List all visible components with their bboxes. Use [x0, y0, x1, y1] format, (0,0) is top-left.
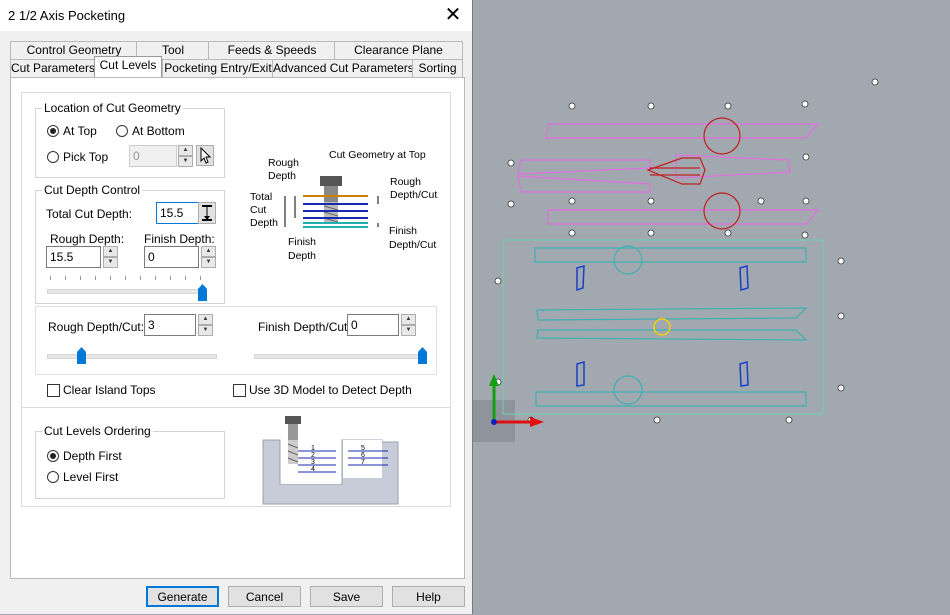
pointer-icon [200, 146, 212, 164]
cut-depth-group-label: Cut Depth Control [42, 183, 143, 197]
use-3d-model-checkbox[interactable] [233, 384, 246, 397]
rough-depth-input[interactable]: 15.5 [46, 246, 101, 268]
cancel-button[interactable]: Cancel [228, 586, 301, 607]
slider-tick [110, 276, 111, 280]
depth-per-cut-group: Rough Depth/Cut: 3 ▲ ▼ Finish Depth/Cut: … [35, 306, 437, 375]
finish-depth-label: Finish Depth: [144, 232, 215, 246]
slider-tick [140, 276, 141, 280]
tab-feeds-speeds[interactable]: Feeds & Speeds [208, 41, 336, 59]
level-number: 3 [311, 459, 315, 466]
finish-depth-cut-spinner[interactable]: ▲ ▼ [401, 314, 416, 336]
finish-depth-cut-slider-thumb[interactable] [417, 347, 428, 365]
selection-points[interactable] [494, 78, 879, 424]
slider-tick [65, 276, 66, 280]
level-number: 4 [311, 466, 315, 473]
rough-finish-ticks [50, 276, 202, 280]
tab-advanced-cut-parameters[interactable]: Advanced Cut Parameters [272, 59, 414, 77]
magenta-toolpath [517, 123, 820, 225]
red-toolpath [646, 117, 741, 230]
depth-first-radio[interactable] [47, 450, 59, 462]
close-icon[interactable]: ✕ [440, 2, 466, 28]
slider-tick [200, 276, 201, 280]
rough-depth-label: Rough Depth: [50, 232, 125, 246]
rough-depth-cut-label: Rough Depth/Cut: [48, 320, 145, 334]
pick-top-spinner[interactable]: ▲ ▼ [178, 145, 193, 167]
at-bottom-label: At Bottom [132, 124, 185, 138]
at-top-radio[interactable] [47, 125, 59, 137]
slider-tick [125, 276, 126, 280]
cut-geometry-at-top-label: Cut Geometry at Top [329, 149, 426, 161]
level-number: 2 [311, 452, 315, 459]
pocketing-dialog: 2 1/2 Axis Pocketing ✕ Control Geometry … [0, 0, 473, 614]
slider-tick [80, 276, 81, 280]
depth-first-label: Depth First [63, 449, 122, 463]
cut-ordering-diagram: 1 2 3 4 5 6 7 [262, 416, 399, 505]
finish-depth-diagram-label: Finish Depth [288, 236, 316, 262]
save-button[interactable]: Save [310, 586, 383, 607]
tab-cut-levels[interactable]: Cut Levels [94, 56, 162, 77]
rough-finish-slider-thumb[interactable] [197, 284, 208, 302]
dialog-title: 2 1/2 Axis Pocketing [8, 8, 126, 23]
finish-depth-cut-input[interactable]: 0 [347, 314, 399, 336]
finish-depth-cut-diagram-label: Finish Depth/Cut [389, 225, 436, 251]
cut-levels-panel: Location of Cut Geometry At Top At Botto… [10, 77, 465, 579]
rough-depth-cut-slider-thumb[interactable] [76, 347, 87, 365]
at-top-label: At Top [63, 124, 97, 138]
level-first-radio[interactable] [47, 471, 59, 483]
tab-pocketing-entry-exit[interactable]: Pocketing Entry/Exit [162, 59, 274, 77]
tab-sorting[interactable]: Sorting [412, 59, 463, 77]
rough-depth-diagram-label: Rough Depth [268, 157, 299, 182]
tab-clearance-plane[interactable]: Clearance Plane [334, 41, 463, 59]
location-group: Location of Cut Geometry At Top At Botto… [35, 101, 225, 178]
location-group-label: Location of Cut Geometry [42, 101, 183, 115]
rough-depth-cut-spinner[interactable]: ▲ ▼ [198, 314, 213, 336]
ordering-group-label: Cut Levels Ordering [42, 424, 153, 438]
slider-tick [50, 276, 51, 280]
finish-depth-input[interactable]: 0 [144, 246, 199, 268]
rough-depth-cut-slider-track[interactable] [47, 354, 217, 359]
tool-holder-graphic [320, 176, 342, 224]
pick-depth-button[interactable] [198, 202, 216, 224]
slider-tick [95, 276, 96, 280]
cut-levels-ordering-group: Cut Levels Ordering Depth First Level Fi… [35, 424, 225, 499]
tab-cut-parameters[interactable]: Cut Parameters [10, 59, 96, 77]
level-number: 1 [311, 445, 315, 452]
clear-island-tops-checkbox[interactable] [47, 384, 60, 397]
stock-boundary [502, 239, 824, 415]
pick-top-label: Pick Top [63, 150, 109, 164]
help-button[interactable]: Help [392, 586, 465, 607]
rough-depth-cut-diagram-label: Rough Depth/Cut [390, 176, 437, 201]
cut-depth-diagram: Cut Geometry at Top Rough Depth Total Cut D… [250, 149, 437, 262]
total-cut-depth-input[interactable]: 15.5 [156, 202, 204, 224]
finish-depth-cut-slider-track[interactable] [254, 354, 424, 359]
slider-tick [185, 276, 186, 280]
total-cut-depth-diagram-label: Total Cut Depth [250, 191, 278, 229]
cut-depth-group: Cut Depth Control Total Cut Depth: 15.5 … [35, 183, 225, 304]
blue-slots [576, 264, 749, 387]
pick-top-input[interactable]: 0 [129, 145, 177, 167]
pick-cursor-button[interactable] [196, 145, 214, 166]
generate-button[interactable]: Generate [146, 586, 219, 607]
rough-finish-slider-track[interactable] [47, 289, 204, 294]
title-bar: 2 1/2 Axis Pocketing ✕ [0, 0, 472, 31]
total-cut-depth-label: Total Cut Depth: [46, 207, 133, 221]
level-number: 6 [361, 452, 365, 459]
slider-tick [155, 276, 156, 280]
use-3d-model-label: Use 3D Model to Detect Depth [249, 383, 412, 397]
level-number: 5 [361, 445, 365, 452]
level-number: 7 [361, 459, 365, 466]
rough-depth-cut-input[interactable]: 3 [144, 314, 196, 336]
pick-top-radio[interactable] [47, 151, 59, 163]
at-bottom-radio[interactable] [116, 125, 128, 137]
separator [22, 407, 450, 408]
clear-island-tops-label: Clear Island Tops [63, 383, 156, 397]
cad-viewport[interactable] [473, 0, 950, 615]
depth-arrow-icon [202, 205, 212, 221]
finish-depth-cut-label: Finish Depth/Cut: [258, 320, 351, 334]
yellow-marker [653, 318, 671, 336]
level-first-label: Level First [63, 470, 119, 484]
rough-depth-spinner[interactable]: ▲ ▼ [103, 246, 118, 268]
finish-depth-spinner[interactable]: ▲ ▼ [201, 246, 216, 268]
slider-tick [170, 276, 171, 280]
